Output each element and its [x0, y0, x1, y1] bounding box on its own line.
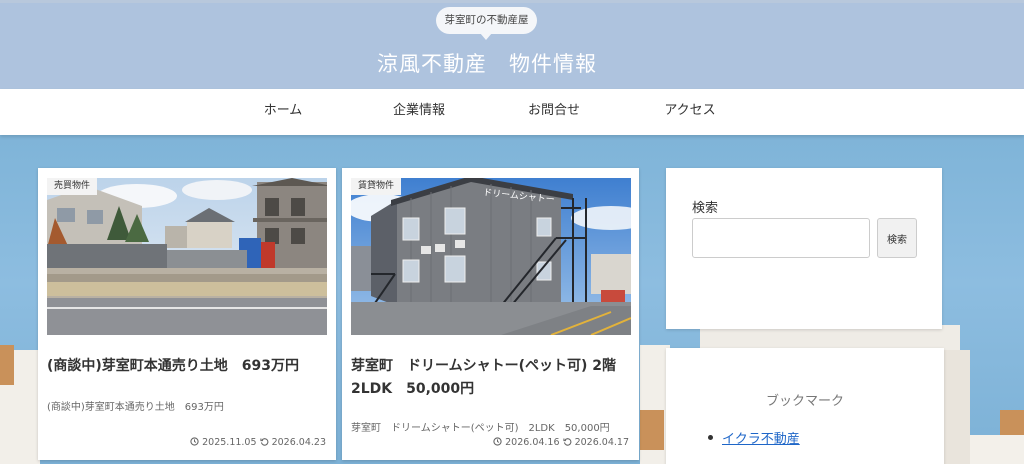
post-snippet: (商談中)芽室町本通売り土地 693万円: [47, 402, 224, 413]
site-tagline: 芽室町の不動産屋: [436, 7, 537, 40]
post-dates: 2026.04.16 2026.04.17: [493, 437, 629, 448]
nav-item-home[interactable]: ホーム: [233, 89, 333, 135]
updated-icon: [562, 437, 572, 448]
post-thumbnail[interactable]: [47, 178, 327, 335]
nav-item-contact[interactable]: お問合せ: [504, 89, 604, 135]
post-card[interactable]: 売買物件 (商談中)芽室町本通売り土地 693万円 (商談中)芽室町本通売り土地…: [38, 168, 336, 460]
bookmark-link[interactable]: イクラ不動産: [722, 432, 800, 447]
post-thumbnail[interactable]: ドリームシャトー: [351, 178, 631, 335]
nav-item-company[interactable]: 企業情報: [369, 89, 469, 135]
post-card[interactable]: 賃貸物件 ドリームシャトー 芽室町 ドリームシャトー(ペット可) 2階 2LDK…: [342, 168, 639, 460]
bookmark-list-item: イクラ不動産: [708, 428, 800, 447]
updated-icon: [259, 437, 269, 448]
site-header: 芽室町の不動産屋 涼風不動産 物件情報: [0, 0, 1024, 89]
nav-item-access[interactable]: アクセス: [640, 89, 740, 135]
search-widget-title: 検索: [692, 201, 719, 216]
bullet-icon: [708, 435, 713, 440]
updated-date: 2026.04.17: [574, 437, 629, 448]
post-title[interactable]: 芽室町 ドリームシャトー(ペット可) 2階 2LDK 50,000円: [351, 355, 633, 401]
post-title[interactable]: (商談中)芽室町本通売り土地 693万円: [47, 355, 329, 378]
post-dates: 2025.11.05 2026.04.23: [190, 437, 326, 448]
search-widget: 検索 検索: [666, 168, 942, 329]
category-label: 賃貸物件: [351, 178, 402, 195]
site-title[interactable]: 涼風不動産 物件情報: [0, 48, 974, 78]
updated-date: 2026.04.23: [271, 437, 326, 448]
search-input[interactable]: [692, 218, 870, 258]
global-nav: ホーム 企業情報 お問合せ アクセス: [0, 89, 1024, 135]
bookmark-widget: ブックマーク イクラ不動産: [666, 348, 944, 464]
search-button[interactable]: 検索: [877, 218, 917, 258]
header-top-border: [0, 0, 1024, 3]
post-snippet: 芽室町 ドリームシャトー(ペット可) 2LDK 50,000円: [351, 423, 610, 434]
published-date: 2026.04.16: [505, 437, 560, 448]
category-label: 売買物件: [47, 178, 98, 195]
bookmark-widget-title: ブックマーク: [765, 394, 844, 409]
clock-icon: [493, 437, 502, 448]
clock-icon: [190, 437, 199, 448]
published-date: 2025.11.05: [202, 437, 257, 448]
